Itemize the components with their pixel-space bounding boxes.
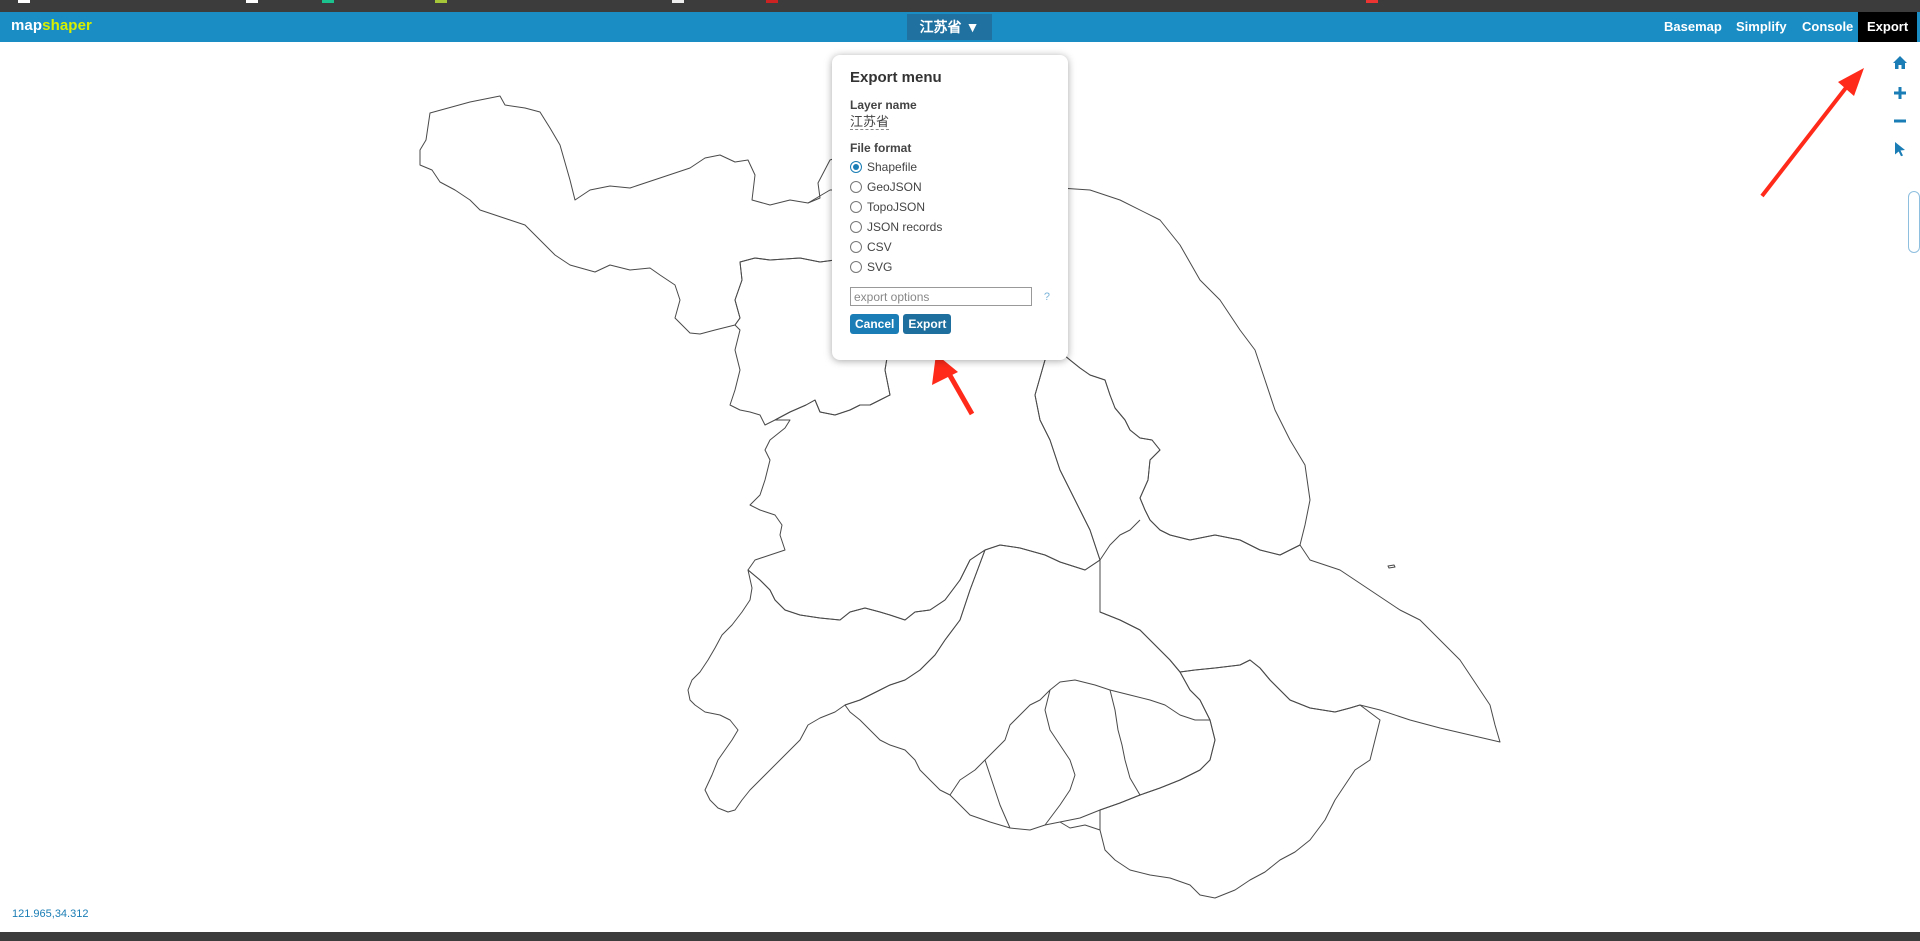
region-outline: [687, 549, 986, 813]
radio[interactable]: [850, 241, 862, 253]
format-option-json-records[interactable]: JSON records: [850, 217, 1050, 237]
browser-tab-strip: [0, 0, 1920, 12]
export-options-input[interactable]: [850, 287, 1032, 306]
help-icon[interactable]: ?: [1044, 291, 1050, 303]
console-button[interactable]: Console: [1802, 12, 1853, 42]
tab-marker: [435, 0, 447, 3]
format-option-shapefile[interactable]: Shapefile: [850, 157, 1050, 177]
tab-marker: [18, 0, 30, 3]
region-outline: [1109, 689, 1141, 796]
simplify-button[interactable]: Simplify: [1736, 12, 1787, 42]
format-option-csv[interactable]: CSV: [850, 237, 1050, 257]
region-outline: [949, 679, 1210, 796]
format-option-topojson[interactable]: TopoJSON: [850, 197, 1050, 217]
file-format-label: File format: [850, 141, 912, 155]
basemap-button[interactable]: Basemap: [1664, 12, 1722, 42]
region-outline: [1059, 821, 1101, 831]
format-option-svg[interactable]: SVG: [850, 257, 1050, 277]
region-outline: [1034, 349, 1501, 743]
tab-marker: [322, 0, 334, 3]
layer-selector[interactable]: 江苏省 ▼: [907, 14, 992, 40]
radio[interactable]: [850, 181, 862, 193]
layer-name-label: Layer name: [850, 98, 917, 112]
cancel-button[interactable]: Cancel: [850, 314, 900, 334]
radio[interactable]: [850, 221, 862, 233]
taskbar: [0, 932, 1920, 941]
layer-name-field[interactable]: 江苏省: [850, 115, 890, 130]
app-logo[interactable]: mapshaper: [11, 17, 92, 34]
radio[interactable]: [850, 201, 862, 213]
region-outline: [984, 759, 1011, 829]
dialog-title: Export menu: [850, 69, 942, 86]
app-header: mapshaper 江苏省 ▼ Basemap Simplify Console…: [0, 12, 1920, 42]
chevron-down-icon: ▼: [965, 19, 980, 35]
island-outline: [1387, 564, 1396, 569]
region-outline: [844, 544, 1216, 831]
layer-selector-label: 江苏省: [919, 19, 962, 35]
format-option-geojson[interactable]: GeoJSON: [850, 177, 1050, 197]
radio-selected[interactable]: [850, 161, 862, 173]
export-dialog: Export menu Layer name 江苏省 File format S…: [832, 55, 1068, 360]
export-confirm-button[interactable]: Export: [903, 314, 952, 334]
region-outline: [1099, 659, 1381, 899]
export-button[interactable]: Export: [1858, 12, 1918, 42]
tab-marker: [672, 0, 684, 3]
region-outline: [1044, 689, 1076, 826]
coordinate-readout: 121.965,34.312: [12, 908, 89, 920]
tab-marker: [766, 0, 778, 3]
region-outline: [1099, 519, 1141, 561]
tab-marker: [246, 0, 258, 3]
tab-marker: [1366, 0, 1378, 3]
radio[interactable]: [850, 261, 862, 273]
